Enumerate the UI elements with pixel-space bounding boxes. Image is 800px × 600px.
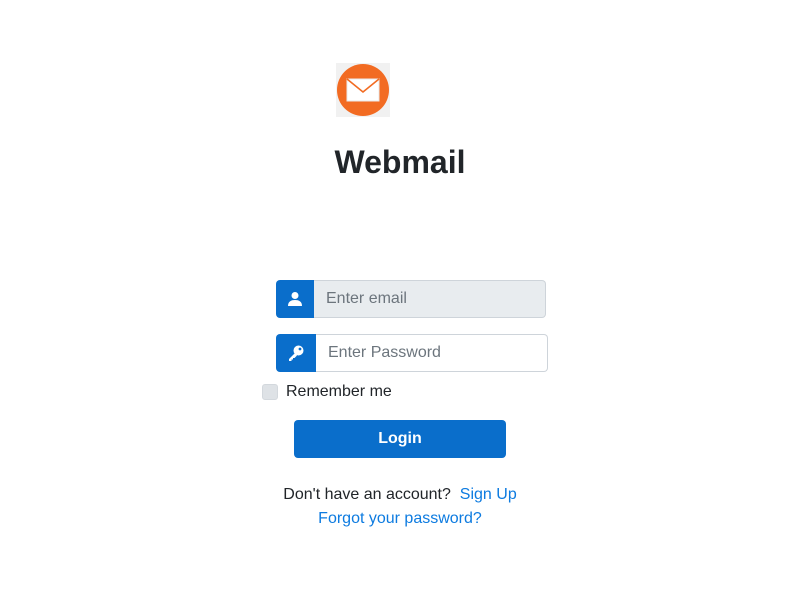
email-input[interactable]	[314, 280, 546, 318]
envelope-icon	[337, 64, 389, 116]
signup-line: Don't have an account? Sign Up	[0, 485, 800, 505]
user-icon	[276, 280, 314, 318]
remember-me: Remember me	[262, 383, 392, 401]
signup-link[interactable]: Sign Up	[460, 486, 517, 503]
app-logo	[336, 63, 390, 117]
key-icon	[276, 334, 316, 372]
password-input[interactable]	[316, 334, 548, 372]
forgot-line: Forgot your password?	[0, 509, 800, 529]
signup-prompt: Don't have an account?	[283, 486, 451, 503]
app-title: Webmail	[334, 144, 466, 180]
password-input-group	[276, 334, 548, 372]
login-page: Webmail Remember me Login Don't have an …	[0, 0, 800, 600]
forgot-password-link[interactable]: Forgot your password?	[318, 510, 482, 527]
remember-me-label[interactable]: Remember me	[286, 383, 392, 401]
email-input-group	[276, 280, 546, 318]
login-button[interactable]: Login	[294, 420, 506, 458]
remember-me-checkbox[interactable]	[262, 384, 278, 400]
